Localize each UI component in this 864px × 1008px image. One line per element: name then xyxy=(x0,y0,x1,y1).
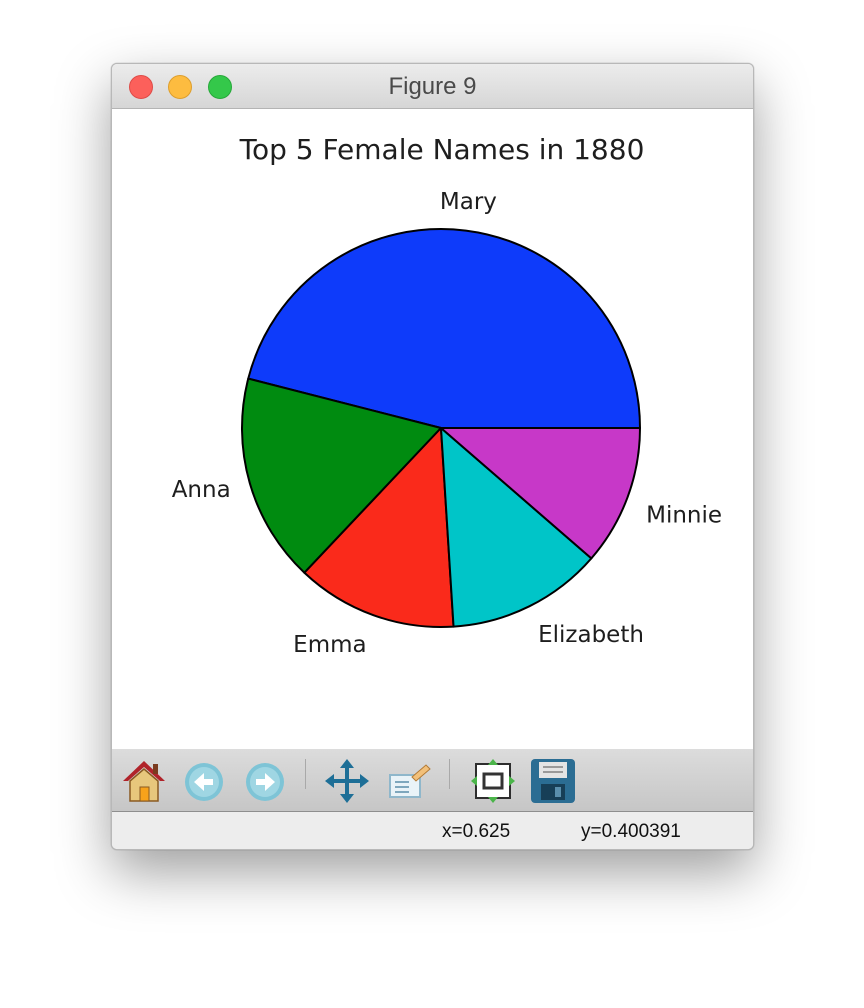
pan-icon xyxy=(325,759,369,803)
title-bar: Figure 9 xyxy=(112,64,753,109)
configure-subplots-icon xyxy=(471,759,515,803)
home-button[interactable] xyxy=(120,757,168,805)
zoom-icon xyxy=(389,764,431,798)
home-icon xyxy=(123,761,165,802)
pan-button[interactable] xyxy=(323,757,371,805)
slice-label-elizabeth: Elizabeth xyxy=(538,622,644,648)
back-icon xyxy=(185,763,223,801)
zoom-button[interactable] xyxy=(384,757,432,805)
slice-label-minnie: Minnie xyxy=(646,503,722,529)
pie-chart: Top 5 Female Names in 1880 Mary Anna Emma E… xyxy=(172,133,722,658)
back-button[interactable] xyxy=(180,757,228,805)
plot-canvas[interactable]: Top 5 Female Names in 1880 Mary Anna Emma E… xyxy=(112,109,753,749)
cursor-y-readout: y=0.400391 xyxy=(581,821,681,842)
figure-window: Figure 9 Top 5 Female Names in 1880 Mary… xyxy=(111,63,754,850)
chart-title: Top 5 Female Names in 1880 xyxy=(239,133,645,166)
status-bar: x=0.625 y=0.400391 xyxy=(112,812,753,849)
slice-label-anna: Anna xyxy=(172,477,231,503)
forward-button[interactable] xyxy=(241,757,289,805)
forward-icon xyxy=(246,763,284,801)
toolbar-separator xyxy=(305,759,306,789)
toolbar-separator xyxy=(449,759,450,789)
cursor-x-readout: x=0.625 xyxy=(442,821,511,842)
slice-label-mary: Mary xyxy=(440,189,497,215)
navigation-toolbar xyxy=(112,749,753,812)
configure-subplots-button[interactable] xyxy=(469,757,517,805)
save-button[interactable] xyxy=(529,757,577,805)
save-icon xyxy=(531,759,575,803)
slice-label-emma: Emma xyxy=(293,632,366,658)
window-title: Figure 9 xyxy=(388,73,477,100)
